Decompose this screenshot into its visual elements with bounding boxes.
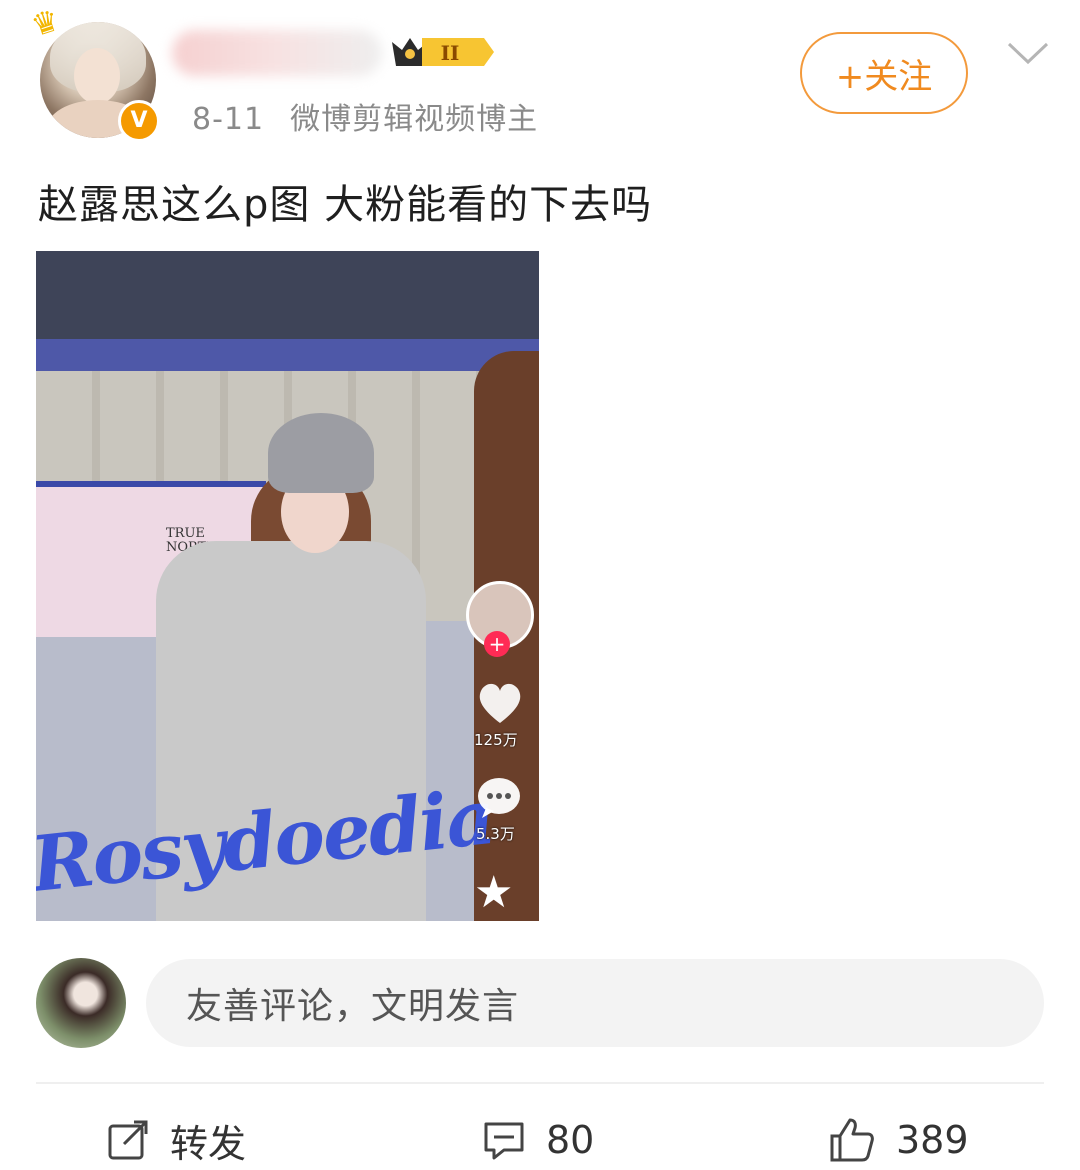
level-badge-icon: II: [392, 38, 494, 66]
like-count: 389: [896, 1118, 969, 1162]
divider: [36, 1082, 1044, 1084]
comment-icon: [484, 1122, 524, 1160]
verified-badge: V: [118, 100, 160, 142]
my-avatar[interactable]: [36, 958, 126, 1048]
thumbs-up-icon: [830, 1118, 874, 1162]
repost-label: 转发: [170, 1121, 247, 1166]
follow-button[interactable]: +关注: [800, 32, 968, 114]
comment-bubble-icon: [478, 778, 520, 818]
plus-icon: +: [484, 631, 510, 657]
comment-input[interactable]: 友善评论，文明发言: [146, 959, 1044, 1047]
likes-count: 125万: [474, 731, 518, 749]
svg-text:II: II: [441, 41, 460, 65]
heart-icon: [479, 683, 521, 723]
chevron-down-icon[interactable]: [1006, 40, 1050, 68]
comment-button[interactable]: 80: [482, 1112, 594, 1168]
repost-button[interactable]: 转发: [106, 1112, 246, 1168]
star-icon: ★: [474, 867, 514, 918]
post-date: 8-11: [192, 102, 265, 137]
like-button[interactable]: 389: [828, 1112, 969, 1168]
comments-count: 5.3万: [476, 825, 515, 843]
comment-count: 80: [546, 1118, 595, 1162]
post-meta: 8-11 微博剪辑视频博主: [192, 94, 538, 138]
share-icon: [108, 1120, 148, 1160]
post-image[interactable]: TRUE NORTH Rosydoedia + 125万 5.3万 ★: [36, 251, 539, 921]
post-text: 赵露思这么p图 大粉能看的下去吗: [38, 182, 653, 228]
author-name-blurred[interactable]: [172, 30, 382, 76]
author-bio: 微博剪辑视频博主: [290, 102, 539, 137]
